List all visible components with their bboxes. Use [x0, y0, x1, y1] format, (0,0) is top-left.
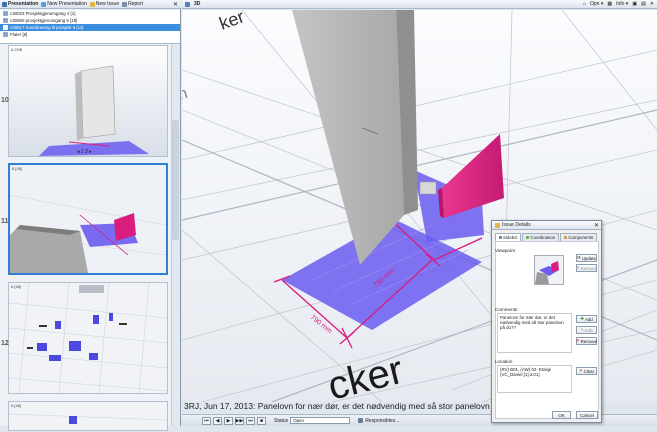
- presentation-title: Presentation: [2, 1, 38, 7]
- presentation-icon: [2, 1, 7, 7]
- comments-box[interactable]: Panelovn for nær dør, er det nødvendig m…: [497, 313, 572, 353]
- first-icon[interactable]: ⏮: [202, 416, 211, 425]
- window-icon[interactable]: ▣: [632, 1, 637, 7]
- add-comment-button[interactable]: ✚ Add: [576, 315, 597, 323]
- viewpoint-image: [535, 261, 559, 284]
- close-icon[interactable]: ✕: [173, 1, 181, 8]
- tab-sidebcl[interactable]: Sidebcl: [495, 233, 522, 241]
- location-label: Location: [495, 359, 513, 364]
- tab-components[interactable]: Components: [560, 233, 598, 241]
- thumbnail-image: [9, 46, 167, 156]
- folder-icon: [3, 11, 8, 16]
- presentation-item[interactable]: c30023 Prosjektgjenomgang 4 [1]: [0, 10, 180, 17]
- viewpoint-label: Viewpoint: [495, 248, 515, 253]
- home-icon[interactable]: ⌂: [583, 1, 586, 7]
- report-icon: [122, 1, 128, 7]
- update-icon: ⟳: [577, 255, 581, 260]
- thumbnail-slide[interactable]: 6.23\$ ◂ 1 2 ▸: [8, 45, 168, 157]
- prev-icon[interactable]: ◀: [213, 416, 222, 425]
- new-issue-icon: [89, 1, 95, 7]
- slide-pager[interactable]: ◂ 1 2 ▸: [77, 149, 92, 155]
- edit-icon: ✎: [580, 327, 585, 332]
- status-dropdown[interactable]: Open: [290, 417, 351, 424]
- clear-location-button[interactable]: ✕ Clear: [576, 367, 597, 375]
- thumbnail-image: [8, 282, 168, 394]
- split-icon[interactable]: ▤: [641, 1, 646, 7]
- close-icon[interactable]: ✕: [594, 222, 599, 229]
- thumbnail-slide[interactable]: 6.[48]: [8, 282, 168, 394]
- issue-icon: [495, 222, 500, 228]
- stop-icon[interactable]: ■: [257, 416, 266, 425]
- folder-icon: [3, 18, 8, 23]
- new-presentation-icon: [41, 1, 47, 7]
- thumbnail-slide[interactable]: 6.[48]: [8, 401, 168, 431]
- remove-viewpoint-button[interactable]: ✕ Remove: [576, 264, 597, 272]
- close-viewport-icon[interactable]: ✕: [650, 1, 654, 7]
- folder-icon: [3, 25, 8, 30]
- thumbnail-list: 6.23\$ ◂ 1 2 ▸ 10 6.[48] 11 6.[48] 12 6.…: [0, 45, 180, 431]
- new-issue-button[interactable]: New Issue: [89, 1, 119, 7]
- remove-icon: ✕: [575, 265, 580, 270]
- responsibles-button[interactable]: Responsibles...: [365, 418, 399, 424]
- tab-icon: [564, 236, 568, 239]
- tab-coordination[interactable]: Coordination: [522, 233, 560, 241]
- responsibles-icon: [358, 418, 364, 423]
- thumbnail-slide-selected[interactable]: 6.[48]: [8, 163, 168, 275]
- presentation-item[interactable]: c30650 prosjektgjenomgang 5 [18]: [0, 17, 180, 24]
- scrollbar-thumb[interactable]: [172, 120, 179, 240]
- viewpoint-thumbnail[interactable]: [534, 255, 564, 285]
- last-icon[interactable]: ⏭: [246, 416, 255, 425]
- status-label: Status: [274, 417, 289, 424]
- cancel-button[interactable]: Cancel: [576, 411, 598, 419]
- tab-icon: [499, 236, 502, 239]
- remove-comment-button[interactable]: ✕ Remove: [576, 337, 597, 345]
- location-box[interactable]: (RV) B01, (AW) 02- Etasje (VC_Daniel [1]…: [497, 365, 572, 393]
- viewport-controls: ⌂ Opn ▾ ▦ Info ▾ ▣ ▤ ✕: [583, 1, 654, 7]
- edit-comment-button[interactable]: ✎ Edit: [576, 326, 597, 334]
- update-button[interactable]: ⟳ Update: [576, 254, 597, 262]
- dialog-titlebar: Issue Details ✕: [492, 221, 601, 230]
- comments-label: Comments: [495, 307, 518, 312]
- clear-icon: ✕: [578, 368, 583, 373]
- next-icon[interactable]: ▶▶: [235, 416, 244, 425]
- ok-button[interactable]: OK: [552, 411, 571, 419]
- issue-details-dialog: Issue Details ✕ Sidebcl Coordination Com…: [491, 220, 602, 423]
- dialog-tabs: Sidebcl Coordination Components: [492, 230, 601, 241]
- thumbnail-image: [9, 165, 167, 273]
- issue-caption: 3RJ, Jun 17, 2013: Panelovn for nær dør,…: [184, 401, 523, 411]
- presentation-item-selected[interactable]: c30617 Koordinering til prosjekt 6 [11]: [0, 24, 180, 31]
- play-icon[interactable]: ▶: [224, 416, 233, 425]
- presentation-item[interactable]: Flater [8]: [0, 31, 180, 38]
- remove-icon: ✕: [575, 338, 580, 343]
- viewport-title: 3D: [194, 1, 201, 7]
- info-menu[interactable]: Info ▾: [616, 1, 628, 7]
- new-presentation-button[interactable]: New Presentation: [41, 1, 87, 7]
- folder-icon: [3, 32, 8, 37]
- viewport-titlebar: 3D ⌂ Opn ▾ ▦ Info ▾ ▣ ▤ ✕: [182, 0, 657, 9]
- report-button[interactable]: Report: [122, 1, 143, 7]
- grid-icon[interactable]: ▦: [607, 1, 612, 7]
- presentation-toolbar: Presentation New Presentation New Issue …: [0, 0, 181, 9]
- view-3d-icon: [185, 1, 190, 7]
- add-icon: ✚: [580, 316, 584, 321]
- opn-menu[interactable]: Opn ▾: [590, 1, 603, 7]
- presentation-list: c30023 Prosjektgjenomgang 4 [1] c30650 p…: [0, 10, 180, 44]
- tab-icon: [526, 236, 530, 239]
